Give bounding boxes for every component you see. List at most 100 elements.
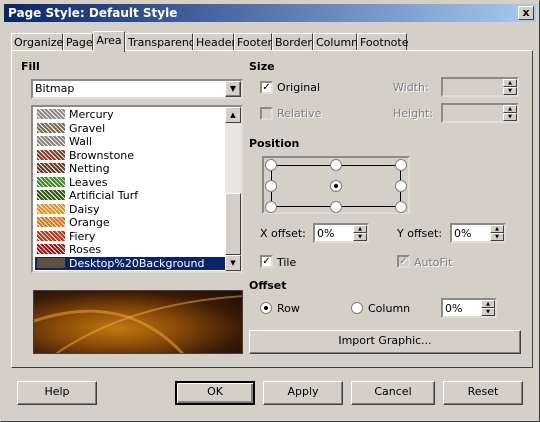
position-middle-left[interactable] [265,180,277,192]
import-graphic-button[interactable]: Import Graphic... [249,330,521,354]
ok-button[interactable]: OK [175,381,255,405]
autofit-label: AutoFit [414,256,453,269]
position-grid[interactable] [262,156,410,214]
preview-swirl [34,295,242,353]
bitmap-swatch [37,176,65,187]
width-field[interactable]: ▲ ▼ [441,77,519,97]
close-button[interactable]: x [518,6,534,20]
bitmap-swatch [37,203,65,214]
tab-footnote[interactable]: Footnote [357,33,409,51]
position-middle-right[interactable] [395,180,407,192]
offset-up-icon[interactable]: ▲ [481,300,495,308]
bitmap-swatch [37,163,65,173]
apply-button[interactable]: Apply [263,381,343,405]
list-item[interactable]: Artificial Turf [35,189,225,202]
list-item[interactable]: Fiery [35,230,225,243]
bitmap-name: Netting [69,162,110,175]
list-item[interactable]: Roses [35,243,225,256]
autofit-checkbox[interactable]: ✓ [397,255,410,268]
list-item[interactable]: Leaves [35,176,225,189]
bitmap-list[interactable]: Mercury Gravel Wall Brownstone Netting Leaves… [31,105,243,273]
bitmap-name: Gravel [69,121,106,135]
x-offset-label: X offset: [260,227,306,240]
bitmap-swatch [37,217,65,227]
row-radio[interactable] [260,302,272,314]
offset-value: 0% [445,302,463,315]
x-offset-up-icon[interactable]: ▲ [353,225,367,233]
fill-heading: Fill [21,60,40,73]
scroll-down-icon[interactable]: ▼ [225,255,241,271]
height-field[interactable]: ▲ ▼ [441,103,519,123]
list-item[interactable]: Gravel [35,122,225,135]
tab-footer[interactable]: Footer [234,33,272,51]
list-scrollbar[interactable]: ▲ ▼ [225,107,241,271]
height-label: Height: [393,107,434,120]
column-radio[interactable] [351,302,363,314]
bitmap-swatch [37,122,65,133]
list-item[interactable]: Mercury [35,108,225,121]
offset-down-icon[interactable]: ▼ [481,308,495,316]
bitmap-swatch [37,230,65,241]
y-offset-field[interactable]: 0% ▲ ▼ [450,223,506,243]
tile-checkbox[interactable]: ✓ [260,255,273,268]
relative-checkbox[interactable] [260,107,273,120]
fill-type-select[interactable]: Bitmap ▼ [31,79,243,99]
position-top-right[interactable] [395,159,407,171]
list-item[interactable]: Netting [35,162,225,175]
x-offset-value: 0% [317,227,335,240]
original-label: Original [277,81,321,94]
list-item[interactable]: Daisy [35,203,225,216]
chevron-down-icon[interactable]: ▼ [225,81,241,97]
bitmap-swatch [37,244,65,254]
list-item[interactable]: Desktop%20Background [35,256,225,270]
bitmap-name: Artificial Turf [69,189,139,202]
tab-page[interactable]: Page [63,33,93,51]
bitmap-name: Orange [69,216,110,229]
original-checkbox[interactable]: ✓ [260,81,273,94]
bitmap-name: Fiery [69,229,96,243]
position-bottom-right[interactable] [395,201,407,213]
offset-field[interactable]: 0% ▲ ▼ [441,298,497,318]
bitmap-name: Wall [69,135,93,148]
bitmap-name: Roses [69,243,102,256]
width-down-icon[interactable]: ▼ [503,87,517,95]
x-offset-down-icon[interactable]: ▼ [353,233,367,241]
position-top-center[interactable] [330,159,342,171]
position-center[interactable] [330,180,342,192]
tab-organizer[interactable]: Organizer [11,33,68,51]
y-offset-value: 0% [454,227,472,240]
tab-area[interactable]: Area [93,31,125,52]
scroll-up-icon[interactable]: ▲ [225,107,241,123]
size-heading: Size [249,60,275,73]
tab-header[interactable]: Header [193,33,236,51]
list-item[interactable]: Brownstone [35,149,225,162]
bitmap-swatch [37,109,65,119]
position-bottom-left[interactable] [265,201,277,213]
height-down-icon[interactable]: ▼ [503,113,517,121]
height-up-icon[interactable]: ▲ [503,105,517,113]
title-bar: Page Style: Default Style x [4,4,536,22]
width-up-icon[interactable]: ▲ [503,79,517,87]
help-button[interactable]: Help [17,381,97,405]
bitmap-swatch [37,257,65,268]
list-item[interactable]: Wall [35,135,225,148]
position-top-left[interactable] [265,159,277,171]
reset-button[interactable]: Reset [443,381,523,405]
list-item[interactable]: Orange [35,216,225,229]
bitmap-name: Leaves [69,175,108,189]
y-offset-down-icon[interactable]: ▼ [490,233,504,241]
tab-columns[interactable]: Columns [313,33,364,51]
bitmap-name: Mercury [69,108,114,121]
bitmap-name: Daisy [69,202,100,216]
y-offset-up-icon[interactable]: ▲ [490,225,504,233]
bitmap-name: Desktop%20Background [69,256,205,270]
tab-transparency[interactable]: Transparency [125,33,201,51]
tab-borders[interactable]: Borders [272,33,318,51]
position-bottom-center[interactable] [330,201,342,213]
cancel-button[interactable]: Cancel [351,381,435,405]
y-offset-label: Y offset: [397,227,443,240]
bitmap-swatch [37,149,65,160]
x-offset-field[interactable]: 0% ▲ ▼ [313,223,369,243]
scroll-thumb[interactable] [225,193,241,255]
bitmap-swatch [37,136,65,146]
